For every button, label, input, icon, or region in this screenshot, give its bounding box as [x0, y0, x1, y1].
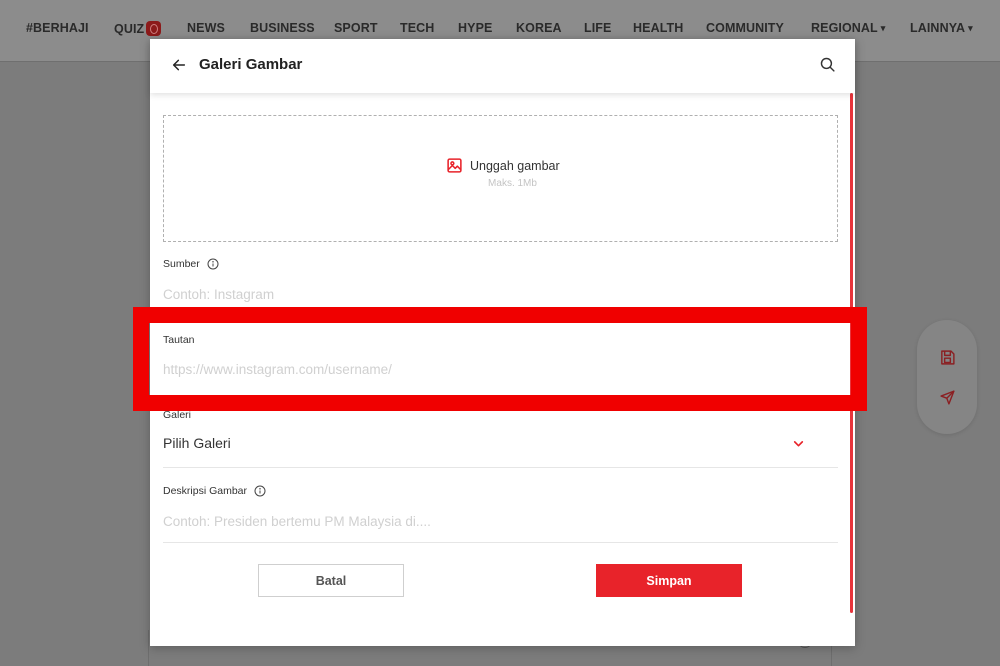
description-label: Deskripsi Gambar: [163, 485, 266, 497]
upload-prompt: Unggah gambar: [446, 157, 560, 174]
floating-action-panel: [917, 320, 977, 434]
caret-down-icon: ▾: [880, 23, 886, 33]
image-upload-dropzone[interactable]: Unggah gambar Maks. 1Mb: [163, 115, 838, 242]
nav-item-korea[interactable]: KOREA: [516, 21, 562, 35]
search-button[interactable]: [815, 52, 839, 76]
modal-header: Galeri Gambar: [150, 39, 855, 93]
source-label: Sumber: [163, 258, 219, 270]
nav-item-business[interactable]: BUSINESS: [250, 21, 315, 35]
gallery-select[interactable]: Pilih Galeri: [163, 431, 838, 459]
description-divider: [163, 542, 838, 543]
send-button[interactable]: [936, 386, 958, 408]
info-icon[interactable]: [254, 485, 266, 497]
save-button[interactable]: Simpan: [596, 564, 742, 597]
source-input[interactable]: [163, 284, 838, 304]
quiz-badge-icon: [146, 21, 162, 36]
nav-item-quiz[interactable]: QUIZ: [114, 21, 162, 36]
save-draft-button[interactable]: [936, 346, 958, 368]
send-icon: [939, 389, 955, 405]
nav-item-berhaji[interactable]: #BERHAJI: [26, 21, 89, 35]
source-label-text: Sumber: [163, 258, 200, 270]
description-label-text: Deskripsi Gambar: [163, 485, 248, 497]
gallery-divider: [163, 467, 838, 468]
nav-item-health[interactable]: HEALTH: [633, 21, 683, 35]
gallery-select-value: Pilih Galeri: [163, 435, 231, 451]
caret-down-icon: ▾: [968, 23, 973, 33]
nav-item-community[interactable]: COMMUNITY: [706, 21, 784, 35]
upload-label: Unggah gambar: [470, 158, 560, 173]
nav-item-sport[interactable]: SPORT: [334, 21, 378, 35]
back-arrow-icon: [172, 59, 186, 71]
upload-size-hint: Maks. 1Mb: [488, 178, 537, 189]
nav-item-news[interactable]: NEWS: [187, 21, 225, 35]
description-input[interactable]: [163, 511, 838, 531]
nav-item-regional-label: REGIONAL: [811, 21, 878, 35]
highlight-box: [133, 307, 867, 411]
search-icon: [820, 57, 835, 72]
nav-item-hype[interactable]: HYPE: [458, 21, 492, 35]
back-button[interactable]: [168, 54, 190, 76]
nav-item-tech[interactable]: TECH: [400, 21, 434, 35]
modal-title: Galeri Gambar: [199, 56, 303, 73]
cancel-button[interactable]: Batal: [258, 564, 404, 597]
save-icon: [940, 349, 955, 365]
nav-item-regional[interactable]: REGIONAL ▾: [811, 21, 885, 35]
nav-item-lainnya[interactable]: LAINNYA ▾: [910, 21, 973, 35]
info-icon[interactable]: [207, 258, 219, 270]
nav-item-life[interactable]: LIFE: [584, 21, 611, 35]
nav-item-quiz-label: QUIZ: [114, 22, 145, 36]
image-upload-icon: [447, 158, 462, 173]
chevron-down-icon: [793, 441, 804, 447]
nav-item-lainnya-label: LAINNYA: [910, 21, 966, 35]
